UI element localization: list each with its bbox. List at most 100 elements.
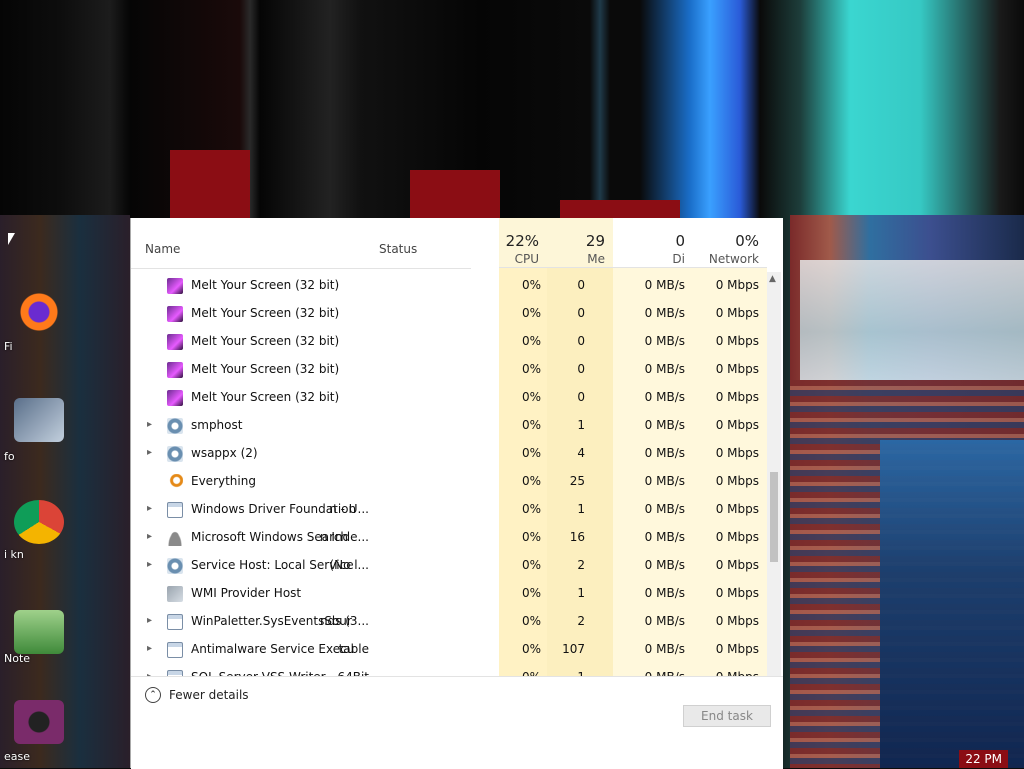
- process-disk: 0 MB/s: [644, 502, 685, 516]
- notepad-icon[interactable]: [14, 610, 64, 654]
- process-memory: 1: [577, 586, 585, 600]
- fewer-details-label: Fewer details: [169, 688, 249, 702]
- table-row[interactable]: ▸ Service Host: Local Service (No l... 0% 2 0…: [131, 552, 767, 580]
- process-network: 0 Mbps: [715, 530, 759, 544]
- firefox-icon[interactable]: [14, 290, 64, 334]
- desktop-icon-label: ease: [4, 750, 31, 763]
- table-row[interactable]: ▸ Microsoft Windows Search n Inde... 0% 16 0 …: [131, 524, 767, 552]
- process-cpu: 0%: [521, 614, 541, 628]
- taskbar-clock[interactable]: 22 PM: [959, 750, 1008, 768]
- table-row[interactable]: ▸ Antimalware Service Execu table 0% 107 0 MB…: [131, 636, 767, 664]
- process-cpu: 0%: [521, 586, 541, 600]
- table-row[interactable]: ▸ wsappx (2) 0% 4 0 MB/s 0 Mbps: [131, 440, 767, 468]
- chevron-up-icon: ⌃: [145, 687, 161, 703]
- process-network: 0 Mbps: [715, 278, 759, 292]
- table-row[interactable]: Everything 0% 25 0 MB/s 0 Mbps: [131, 468, 767, 496]
- glitch-artifact: [410, 170, 500, 218]
- scroll-up-icon[interactable]: ▲: [769, 274, 776, 284]
- table-row[interactable]: ▸ WinPaletter.SysEventsSour nds (3... 0% 2 0 …: [131, 608, 767, 636]
- process-cpu: 0%: [521, 446, 541, 460]
- column-header-name[interactable]: Name: [131, 218, 381, 269]
- folder-icon[interactable]: [14, 398, 64, 442]
- process-disk: 0 MB/s: [644, 278, 685, 292]
- process-memory: 25: [569, 474, 585, 488]
- expand-chevron-icon[interactable]: ▸: [147, 644, 157, 654]
- process-memory: 0: [577, 306, 585, 320]
- process-icon: [167, 362, 183, 378]
- table-row[interactable]: ▸ smphost 0% 1 0 MB/s 0 Mbps: [131, 412, 767, 440]
- process-cpu: 0%: [521, 642, 541, 656]
- process-memory: 0: [577, 334, 585, 348]
- process-name: Everything: [191, 474, 256, 488]
- process-memory: 0: [577, 278, 585, 292]
- expand-chevron-icon[interactable]: ▸: [147, 616, 157, 626]
- expand-chevron-icon[interactable]: ▸: [147, 448, 157, 458]
- expand-chevron-icon[interactable]: ▸: [147, 504, 157, 514]
- process-name: Melt Your Screen (32 bit): [191, 306, 340, 320]
- network-total: 0%: [735, 232, 759, 250]
- process-icon: [167, 502, 183, 518]
- column-header-disk[interactable]: 0 Di: [613, 218, 693, 268]
- table-row[interactable]: Melt Your Screen (32 bit) 0% 0 0 MB/s 0 Mbps: [131, 272, 767, 300]
- process-network: 0 Mbps: [715, 586, 759, 600]
- process-name: Melt Your Screen (32 bit): [191, 390, 340, 404]
- process-memory: 16: [569, 530, 585, 544]
- process-memory: 0: [577, 390, 585, 404]
- vertical-scrollbar[interactable]: ▲ ▼: [767, 272, 781, 742]
- column-header-cpu[interactable]: 22% CPU: [499, 218, 547, 268]
- column-header-network[interactable]: 0% Network: [693, 218, 767, 268]
- expand-chevron-icon[interactable]: ▸: [147, 420, 157, 430]
- table-row[interactable]: Melt Your Screen (32 bit) 0% 0 0 MB/s 0 Mbps: [131, 384, 767, 412]
- process-disk: 0 MB/s: [644, 390, 685, 404]
- table-row[interactable]: Melt Your Screen (32 bit) 0% 0 0 MB/s 0 Mbps: [131, 356, 767, 384]
- process-list: Melt Your Screen (32 bit) 0% 0 0 MB/s 0 Mbps…: [131, 272, 767, 692]
- process-disk: 0 MB/s: [644, 558, 685, 572]
- process-icon: [167, 446, 183, 462]
- desktop-icon-label: Note: [4, 652, 31, 665]
- app-icon[interactable]: [14, 700, 64, 744]
- process-name: Melt Your Screen (32 bit): [191, 278, 340, 292]
- process-cpu: 0%: [521, 474, 541, 488]
- expand-chevron-icon[interactable]: ▸: [147, 560, 157, 570]
- table-row[interactable]: ▸ Windows Driver Foundation n - U... 0% 1 0 M…: [131, 496, 767, 524]
- process-memory: 4: [577, 446, 585, 460]
- chrome-icon[interactable]: [14, 500, 64, 544]
- process-disk: 0 MB/s: [644, 530, 685, 544]
- process-name: WMI Provider Host: [191, 586, 302, 600]
- process-memory: 107: [562, 642, 585, 656]
- memory-label: Me: [587, 252, 605, 266]
- task-manager-footer: ⌃ Fewer details End task: [131, 676, 783, 769]
- cpu-label: CPU: [514, 252, 539, 266]
- process-icon: [167, 642, 183, 658]
- end-task-button[interactable]: End task: [683, 705, 771, 727]
- process-network: 0 Mbps: [715, 474, 759, 488]
- process-icon: [167, 586, 183, 602]
- column-header-status[interactable]: Status: [371, 218, 471, 269]
- table-row[interactable]: Melt Your Screen (32 bit) 0% 0 0 MB/s 0 Mbps: [131, 328, 767, 356]
- process-disk: 0 MB/s: [644, 306, 685, 320]
- process-icon: [167, 334, 183, 350]
- memory-total: 29: [585, 232, 605, 250]
- process-icon: [167, 530, 183, 546]
- expand-chevron-icon[interactable]: ▸: [147, 532, 157, 542]
- table-row[interactable]: Melt Your Screen (32 bit) 0% 0 0 MB/s 0 Mbps: [131, 300, 767, 328]
- desktop-icon-label: Fi: [4, 340, 13, 353]
- process-cpu: 0%: [521, 334, 541, 348]
- disk-label: Di: [672, 252, 685, 266]
- scroll-thumb[interactable]: [770, 472, 778, 562]
- process-cpu: 0%: [521, 502, 541, 516]
- process-icon: [167, 278, 183, 294]
- process-icon: [167, 390, 183, 406]
- process-network: 0 Mbps: [715, 418, 759, 432]
- process-memory: 2: [577, 558, 585, 572]
- process-name: smphost: [191, 418, 243, 432]
- table-row[interactable]: WMI Provider Host 0% 1 0 MB/s 0 Mbps: [131, 580, 767, 608]
- disk-total: 0: [675, 232, 685, 250]
- process-status: table: [338, 642, 369, 656]
- cpu-total: 22%: [505, 232, 539, 250]
- column-header-memory[interactable]: 29 Me: [547, 218, 613, 268]
- fewer-details-button[interactable]: ⌃ Fewer details: [145, 687, 249, 703]
- process-icon: [167, 474, 183, 490]
- process-icon: [167, 306, 183, 322]
- process-name: wsappx (2): [191, 446, 258, 460]
